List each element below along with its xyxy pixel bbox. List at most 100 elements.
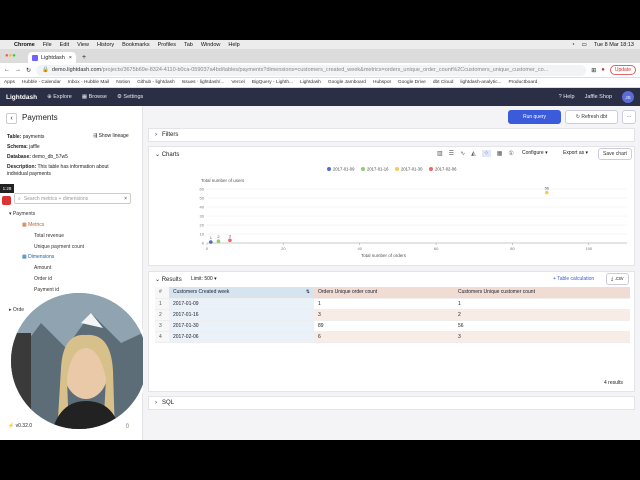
- bookmark[interactable]: dbt Cloud: [433, 80, 454, 85]
- search-input[interactable]: ⌕ Search metrics + dimensions ×: [14, 193, 131, 204]
- csv-export-button[interactable]: ⤓ .csv: [606, 273, 629, 285]
- column-header-created-week[interactable]: Customers Created week ⇅: [169, 287, 314, 299]
- menu-view[interactable]: View: [77, 42, 89, 48]
- table-row[interactable]: 4 2017-02-06 6 3: [155, 331, 630, 343]
- column-header-customer-count[interactable]: Customers Unique customer count: [454, 287, 630, 299]
- bar-chart-icon[interactable]: ☰: [449, 150, 454, 157]
- tree-metrics-header[interactable]: ▦ Metrics: [22, 222, 44, 228]
- browser-tab[interactable]: Lightdash ×: [28, 52, 76, 63]
- table-cell[interactable]: 1: [454, 298, 630, 310]
- bookmark[interactable]: Notion: [116, 80, 130, 85]
- scatter-chart-icon[interactable]: ⁘: [481, 150, 491, 157]
- clear-search-icon[interactable]: ×: [124, 196, 127, 202]
- table-cell[interactable]: 3: [454, 331, 630, 343]
- menu-profiles[interactable]: Profiles: [158, 42, 176, 48]
- bookmark[interactable]: Productboard: [508, 80, 537, 85]
- bookmark[interactable]: Inbox - Hubble Mail: [68, 80, 109, 85]
- filters-panel[interactable]: › Filters: [148, 128, 635, 142]
- profile-icon[interactable]: ●: [601, 67, 605, 73]
- limit-selector[interactable]: Limit: 500 ▾: [191, 276, 217, 282]
- book-icon[interactable]: ▯: [126, 423, 129, 429]
- bookmark[interactable]: Google Drive: [398, 80, 426, 85]
- table-chart-icon[interactable]: ▦: [497, 150, 503, 157]
- back-icon[interactable]: ←: [4, 67, 10, 73]
- bookmark[interactable]: Hubble - Calendar: [22, 80, 61, 85]
- extensions-icon[interactable]: ⊞: [591, 67, 596, 74]
- menu-history[interactable]: History: [97, 42, 114, 48]
- new-tab-icon[interactable]: +: [82, 54, 86, 61]
- url-field[interactable]: 🔒 demo.lightdash.com/projects/3675b69e-8…: [36, 64, 587, 76]
- nav-settings[interactable]: ⚙ Settings: [117, 94, 143, 100]
- bookmark[interactable]: BigQuery - Lighth...: [252, 80, 293, 85]
- add-table-calculation-button[interactable]: + Table calculation: [553, 276, 594, 282]
- bookmark[interactable]: Apps: [4, 80, 15, 85]
- table-row[interactable]: 2 2017-01-16 3 2: [155, 309, 630, 321]
- menu-window[interactable]: Window: [201, 42, 221, 48]
- bookmark[interactable]: Google Jamboard: [328, 80, 366, 85]
- configure-button[interactable]: Configure ▾: [522, 150, 548, 156]
- column-chart-icon[interactable]: ▥: [437, 150, 443, 157]
- battery-icon[interactable]: ▭: [582, 42, 587, 48]
- bookmark[interactable]: Lightdash: [300, 80, 321, 85]
- show-lineage-button[interactable]: ⇶ Show lineage: [93, 133, 129, 139]
- table-cell[interactable]: 2017-01-09: [169, 298, 314, 310]
- record-stop-icon[interactable]: [2, 196, 11, 205]
- save-chart-button[interactable]: Save chart: [598, 148, 632, 160]
- wifi-icon[interactable]: ◔: [571, 42, 574, 48]
- sql-panel[interactable]: › SQL: [148, 396, 635, 410]
- project-selector[interactable]: Jaffle Shop: [585, 94, 612, 100]
- menu-bookmarks[interactable]: Bookmarks: [122, 42, 150, 48]
- tree-group-orders[interactable]: ▸ Orde: [9, 307, 24, 313]
- line-chart-icon[interactable]: ∿: [460, 150, 465, 157]
- menu-edit[interactable]: Edit: [60, 42, 69, 48]
- menu-tab[interactable]: Tab: [184, 42, 193, 48]
- nav-browse[interactable]: ▦ Browse: [82, 94, 107, 100]
- bookmark[interactable]: lightdash-analytic...: [460, 80, 501, 85]
- table-cell[interactable]: 1: [314, 298, 454, 310]
- table-cell[interactable]: 56: [454, 320, 630, 332]
- table-cell[interactable]: 6: [314, 331, 454, 343]
- lightdash-logo[interactable]: Lightdash: [6, 94, 37, 101]
- table-cell[interactable]: 2017-01-16: [169, 309, 314, 321]
- nav-explore[interactable]: ⊕ Explore: [47, 94, 72, 100]
- charts-header[interactable]: ⌄ Charts: [155, 151, 179, 158]
- back-button[interactable]: ‹: [6, 113, 17, 124]
- menu-file[interactable]: File: [43, 42, 52, 48]
- tree-group-payments[interactable]: ▾ Payments: [9, 211, 35, 217]
- column-header-order-count[interactable]: Orders Unique order count: [314, 287, 454, 299]
- sort-icon[interactable]: ⇅: [306, 289, 310, 295]
- results-header[interactable]: ⌄ Results: [155, 276, 182, 283]
- bookmark[interactable]: Github - lightdash: [137, 80, 175, 85]
- bookmark[interactable]: Vercel: [231, 80, 244, 85]
- tree-dimensions-header[interactable]: ▦ Dimensions: [22, 254, 54, 260]
- reload-icon[interactable]: ↻: [26, 67, 31, 74]
- table-cell[interactable]: 3: [314, 309, 454, 321]
- tree-item-total-revenue[interactable]: Total revenue: [34, 233, 64, 239]
- tree-item-payment-id[interactable]: Payment id: [34, 287, 59, 293]
- table-row[interactable]: 1 2017-01-09 1 1: [155, 298, 630, 310]
- table-cell[interactable]: 2017-02-06: [169, 331, 314, 343]
- big-number-icon[interactable]: ①: [508, 150, 513, 157]
- more-button[interactable]: ···: [622, 110, 636, 124]
- bookmark[interactable]: Issues · lightdash/...: [182, 80, 225, 85]
- window-controls[interactable]: ●●●: [5, 53, 16, 59]
- tree-item-amount[interactable]: Amount: [34, 265, 51, 271]
- update-button[interactable]: Update: [609, 65, 636, 75]
- menu-help[interactable]: Help: [228, 42, 239, 48]
- table-row[interactable]: 3 2017-01-30 89 56: [155, 320, 630, 332]
- clock[interactable]: Tue 8 Mar 18:13: [594, 42, 634, 48]
- area-chart-icon[interactable]: ◭: [471, 150, 476, 157]
- close-tab-icon[interactable]: ×: [69, 55, 72, 61]
- avatar[interactable]: JS: [622, 91, 634, 103]
- app-menu[interactable]: Chrome: [14, 42, 35, 48]
- forward-icon[interactable]: →: [15, 67, 21, 73]
- table-cell[interactable]: 2: [454, 309, 630, 321]
- table-cell[interactable]: 2017-01-30: [169, 320, 314, 332]
- table-cell[interactable]: 89: [314, 320, 454, 332]
- bookmark[interactable]: Hubspot: [373, 80, 391, 85]
- refresh-dbt-button[interactable]: ↻ Refresh dbt: [565, 110, 618, 124]
- help-link[interactable]: ? Help: [559, 94, 575, 100]
- export-button[interactable]: Export as ▾: [563, 150, 588, 156]
- tree-item-unique-payment-count[interactable]: Unique payment count: [34, 244, 84, 250]
- tree-item-order-id[interactable]: Order id: [34, 276, 52, 282]
